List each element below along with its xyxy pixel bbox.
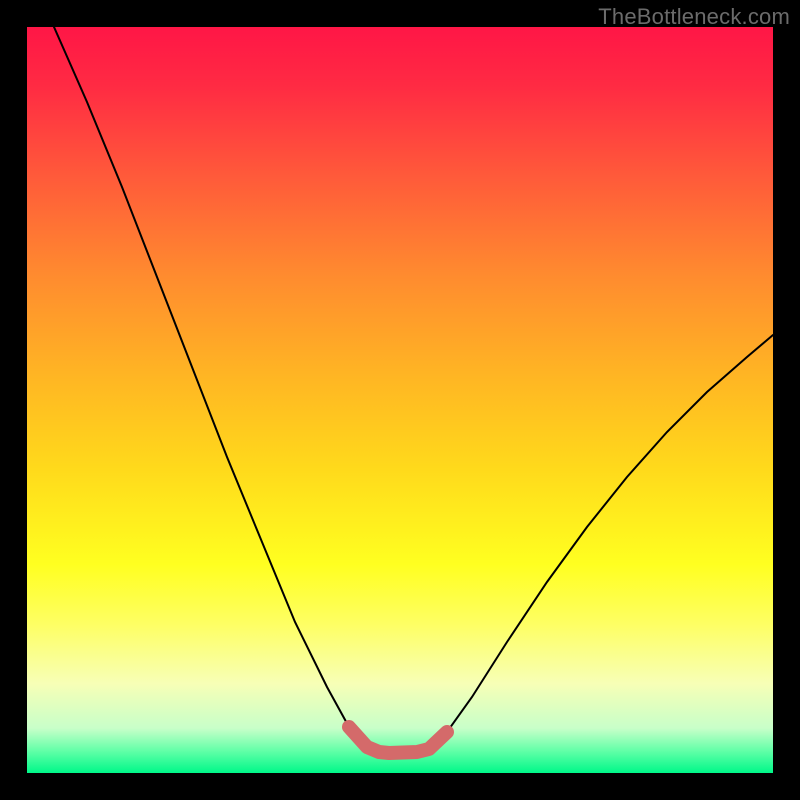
plot-area (27, 27, 773, 773)
highlight-zone (349, 727, 447, 753)
bottleneck-curve (54, 27, 773, 753)
chart-frame: TheBottleneck.com (0, 0, 800, 800)
curve-layer (27, 27, 773, 773)
